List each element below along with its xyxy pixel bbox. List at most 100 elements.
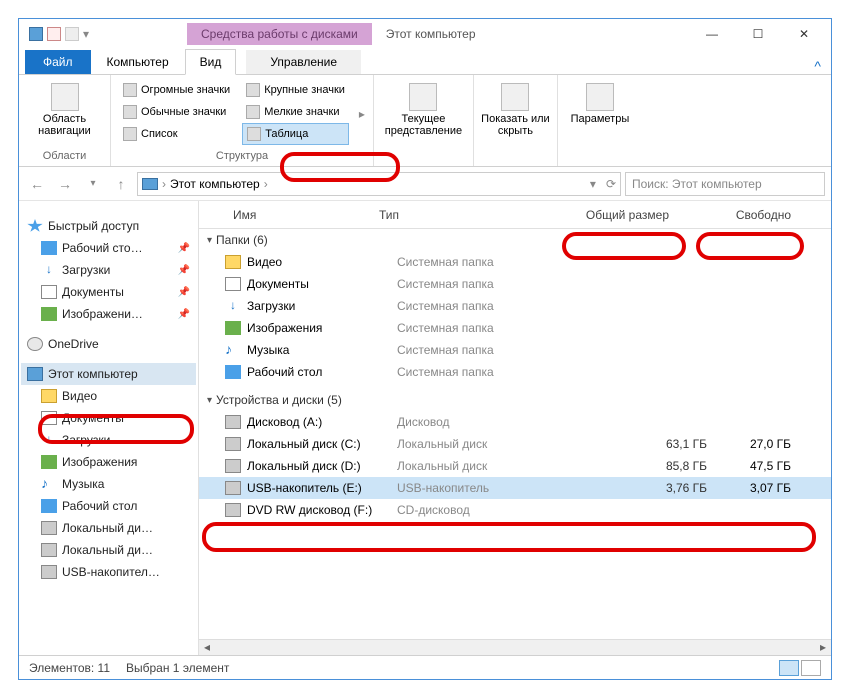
manage-tab[interactable]: Управление xyxy=(246,50,361,74)
group-drives-header[interactable]: ▾Устройства и диски (5) xyxy=(199,389,831,411)
tree-documents[interactable]: Документы xyxy=(21,407,196,429)
tree-this-pc[interactable]: Этот компьютер xyxy=(21,363,196,385)
tree-desktop[interactable]: Рабочий стол xyxy=(21,495,196,517)
column-free[interactable]: Свободно xyxy=(679,208,831,222)
status-item-count: Элементов: 11 xyxy=(29,661,110,675)
drive-icon xyxy=(41,543,57,557)
tree-downloads[interactable]: ↓Загрузки xyxy=(21,429,196,451)
window-title: Этот компьютер xyxy=(386,27,476,41)
horizontal-scrollbar[interactable]: ◂ ▸ xyxy=(199,639,831,655)
view-large-icons[interactable]: Крупные значки xyxy=(242,79,349,101)
tree-downloads[interactable]: ↓Загрузки📌 xyxy=(21,259,196,281)
ribbon-group-options: Параметры xyxy=(558,75,642,166)
address-dropdown-icon[interactable]: ▾ xyxy=(590,177,596,191)
document-icon xyxy=(41,285,57,299)
item-name: Видео xyxy=(247,255,397,269)
view-details-button[interactable] xyxy=(779,660,799,676)
list-item[interactable]: ВидеоСистемная папка xyxy=(199,251,831,273)
group-label: Структура xyxy=(216,148,268,164)
file-tab[interactable]: Файл xyxy=(25,50,91,74)
usb-icon xyxy=(41,565,57,579)
view-tab[interactable]: Вид xyxy=(185,49,237,75)
tree-videos[interactable]: Видео xyxy=(21,385,196,407)
current-view-button[interactable]: Текущее представление xyxy=(378,79,468,137)
list-item[interactable]: Локальный диск (C:)Локальный диск63,1 ГБ… xyxy=(199,433,831,455)
tree-pictures[interactable]: Изображени…📌 xyxy=(21,303,196,325)
ribbon-group-currentview: Текущее представление xyxy=(374,75,474,166)
drive-icon xyxy=(225,437,241,451)
view-tiles-button[interactable] xyxy=(801,660,821,676)
qat-item-icon[interactable] xyxy=(65,27,79,41)
tree-quick-access[interactable]: Быстрый доступ xyxy=(21,215,196,237)
breadcrumb-this-pc[interactable]: Этот компьютер xyxy=(170,177,260,191)
list-item[interactable]: Дисковод (A:)Дисковод xyxy=(199,411,831,433)
list-item[interactable]: Рабочий столСистемная папка xyxy=(199,361,831,383)
item-name: Изображения xyxy=(247,321,397,335)
item-name: Документы xyxy=(247,277,397,291)
search-placeholder: Поиск: Этот компьютер xyxy=(632,177,762,191)
show-hide-icon xyxy=(501,83,529,111)
drive-icon xyxy=(225,415,241,429)
tree-local-d[interactable]: Локальный ди… xyxy=(21,539,196,561)
tree-onedrive[interactable]: OneDrive xyxy=(21,333,196,355)
current-view-icon xyxy=(409,83,437,111)
view-medium-icons[interactable]: Обычные значки xyxy=(119,101,234,123)
options-button[interactable]: Параметры xyxy=(564,79,636,125)
forward-button[interactable]: → xyxy=(53,172,77,196)
navigation-tree[interactable]: Быстрый доступ Рабочий сто…📌 ↓Загрузки📌 … xyxy=(19,201,199,655)
column-type[interactable]: Тип xyxy=(369,208,539,222)
column-total-size[interactable]: Общий размер xyxy=(539,208,679,222)
up-button[interactable]: ↑ xyxy=(109,172,133,196)
desktop-icon xyxy=(41,499,57,513)
tree-local-c[interactable]: Локальный ди… xyxy=(21,517,196,539)
item-type: Локальный диск xyxy=(397,437,567,451)
qat-item-icon[interactable] xyxy=(47,27,61,41)
collapse-ribbon-icon[interactable]: ^ xyxy=(814,58,821,74)
column-name[interactable]: Имя xyxy=(199,208,369,222)
qat-dropdown-icon[interactable]: ▾ xyxy=(83,27,97,41)
status-selected: Выбран 1 элемент xyxy=(126,661,229,675)
options-icon xyxy=(586,83,614,111)
item-type: Системная папка xyxy=(397,255,567,269)
layout-more-icon[interactable]: ▸ xyxy=(359,107,365,121)
tree-music[interactable]: ♪Музыка xyxy=(21,473,196,495)
list-item[interactable]: USB-накопитель (E:)USB-накопитель3,76 ГБ… xyxy=(199,477,831,499)
history-dropdown[interactable]: ▾ xyxy=(81,172,105,196)
view-list[interactable]: Список xyxy=(119,123,234,145)
computer-tab[interactable]: Компьютер xyxy=(93,50,183,74)
ribbon-group-layout: Огромные значки Крупные значки Обычные з… xyxy=(111,75,374,166)
maximize-button[interactable]: ☐ xyxy=(735,20,781,48)
list-item[interactable]: ИзображенияСистемная папка xyxy=(199,317,831,339)
back-button[interactable]: ← xyxy=(25,172,49,196)
navigation-pane-button[interactable]: Область навигации xyxy=(29,79,101,137)
ribbon-group-showhide: Показать или скрыть xyxy=(474,75,558,166)
view-huge-icons[interactable]: Огромные значки xyxy=(119,79,234,101)
folder-icon xyxy=(225,365,241,379)
tree-desktop[interactable]: Рабочий сто…📌 xyxy=(21,237,196,259)
pin-icon: 📌 xyxy=(178,265,190,276)
scroll-right-icon[interactable]: ▸ xyxy=(815,640,831,655)
view-small-icons[interactable]: Мелкие значки xyxy=(242,101,349,123)
show-hide-button[interactable]: Показать или скрыть xyxy=(479,79,551,137)
view-details[interactable]: Таблица xyxy=(242,123,349,145)
minimize-button[interactable]: — xyxy=(689,20,735,48)
list-item[interactable]: DVD RW дисковод (F:)CD-дисковод xyxy=(199,499,831,521)
list-item[interactable]: ♪МузыкаСистемная папка xyxy=(199,339,831,361)
group-folders-header[interactable]: ▾Папки (6) xyxy=(199,229,831,251)
item-name: Музыка xyxy=(247,343,397,357)
list-item[interactable]: ДокументыСистемная папка xyxy=(199,273,831,295)
file-list[interactable]: ▾Папки (6) ВидеоСистемная папкаДокументы… xyxy=(199,229,831,655)
refresh-icon[interactable]: ⟳ xyxy=(606,177,616,191)
layout-icon xyxy=(246,105,260,119)
scroll-left-icon[interactable]: ◂ xyxy=(199,640,215,655)
search-input[interactable]: Поиск: Этот компьютер xyxy=(625,172,825,196)
pc-icon xyxy=(27,367,43,381)
list-item[interactable]: ↓ЗагрузкиСистемная папка xyxy=(199,295,831,317)
tree-pictures[interactable]: Изображения xyxy=(21,451,196,473)
pin-icon: 📌 xyxy=(178,309,190,320)
close-button[interactable]: ✕ xyxy=(781,20,827,48)
tree-usb[interactable]: USB-накопител… xyxy=(21,561,196,583)
list-item[interactable]: Локальный диск (D:)Локальный диск85,8 ГБ… xyxy=(199,455,831,477)
address-bar[interactable]: › Этот компьютер › ▾ ⟳ xyxy=(137,172,621,196)
tree-documents[interactable]: Документы📌 xyxy=(21,281,196,303)
